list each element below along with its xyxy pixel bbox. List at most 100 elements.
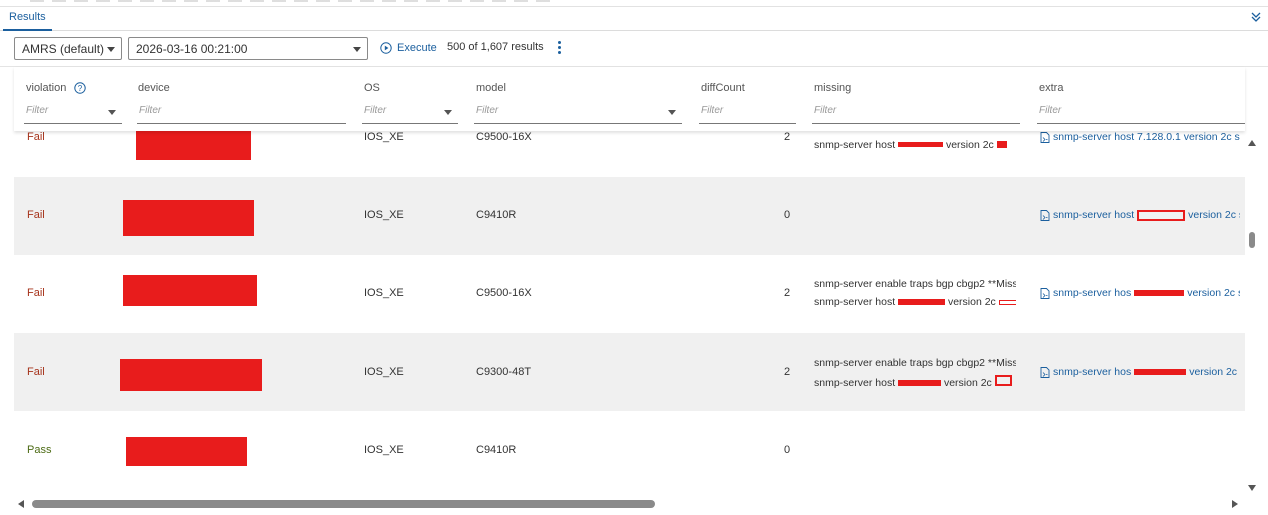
extra-filter[interactable]: Filter — [1037, 103, 1245, 124]
filter-placeholder: Filter — [364, 105, 387, 116]
execute-label: Execute — [397, 42, 437, 54]
missing-filter[interactable]: Filter — [812, 103, 1020, 124]
table-row[interactable]: Pass IOS_XE C9410R 0 — [14, 411, 1245, 489]
scroll-up-icon[interactable] — [1248, 140, 1256, 146]
diffcount-cell: 0 — [784, 209, 791, 221]
tab-results[interactable]: Results — [3, 7, 52, 31]
chevron-double-down-icon[interactable] — [1250, 11, 1262, 23]
vertical-scrollbar[interactable] — [1245, 131, 1259, 495]
table-row[interactable]: Fail IOS_XE C9500-16X 2 snmp-server host… — [14, 131, 1245, 177]
caret-down-icon — [108, 110, 116, 115]
document-icon — [1040, 131, 1050, 143]
scroll-down-icon[interactable] — [1248, 485, 1256, 491]
horizontal-scroll-thumb[interactable] — [32, 500, 655, 508]
table-row[interactable]: Fail IOS_XE C9500-16X 2 snmp-server enab… — [14, 255, 1245, 333]
violation-cell: Pass — [27, 444, 52, 456]
column-device: device Filter — [126, 67, 350, 131]
model-filter[interactable]: Filter — [474, 103, 682, 124]
document-icon — [1040, 287, 1050, 299]
model-cell: C9500-16X — [476, 131, 532, 143]
missing-cell-line-2: snmp-server host version 2c — [814, 296, 1016, 308]
os-cell: IOS_XE — [364, 444, 404, 456]
result-count: 500 of 1,607 results — [447, 41, 544, 53]
column-missing: missing Filter — [800, 67, 1025, 131]
column-title-extra[interactable]: extra — [1039, 82, 1063, 94]
results-tabbar: Results — [0, 7, 1268, 31]
snapshot-date-value: 2026-03-16 00:21:00 — [136, 42, 248, 56]
diffcount-cell: 2 — [784, 366, 791, 378]
device-cell-redacted — [120, 359, 262, 391]
column-title-model[interactable]: model — [476, 82, 506, 94]
missing-cell-line-1: snmp-server enable traps bgp cbgp2 **Mis… — [814, 357, 1016, 369]
model-cell: C9300-48T — [476, 366, 532, 378]
grid-body: Fail IOS_XE C9500-16X 2 snmp-server host… — [14, 131, 1245, 492]
filter-placeholder: Filter — [139, 105, 162, 116]
scroll-left-icon[interactable] — [18, 500, 24, 508]
os-cell: IOS_XE — [364, 287, 404, 299]
violation-cell: Fail — [27, 366, 45, 378]
filter-placeholder: Filter — [701, 105, 724, 116]
extra-cell-link[interactable]: snmp-server host 7.128.0.1 version 2c s — [1040, 131, 1240, 143]
diffcount-cell: 0 — [784, 444, 791, 456]
extra-cell-link[interactable]: snmp-server hos version 2c s — [1040, 366, 1240, 378]
caret-down-icon — [107, 47, 115, 52]
scroll-right-icon[interactable] — [1232, 500, 1238, 508]
device-filter[interactable]: Filter — [137, 103, 346, 124]
column-diffcount: diffCount Filter — [687, 67, 800, 131]
column-title-diffcount[interactable]: diffCount — [701, 82, 745, 94]
diffcount-filter[interactable]: Filter — [699, 103, 796, 124]
results-toolbar: AMRS (default) 2026-03-16 00:21:00 Execu… — [0, 31, 1268, 67]
question-circle-icon[interactable]: ? — [74, 82, 87, 94]
missing-cell-line-2: snmp-server host version 2c — [814, 375, 1016, 389]
os-cell: IOS_XE — [364, 131, 404, 143]
model-cell: C9410R — [476, 209, 517, 221]
extra-cell-link[interactable]: snmp-server host version 2c s — [1040, 209, 1240, 221]
os-cell: IOS_XE — [364, 209, 404, 221]
profile-select[interactable]: AMRS (default) — [14, 37, 122, 60]
extra-cell-link[interactable]: snmp-server hos version 2c s — [1040, 287, 1240, 299]
svg-text:?: ? — [78, 84, 83, 93]
filter-placeholder: Filter — [814, 105, 837, 116]
column-model: model Filter — [462, 67, 687, 131]
filter-placeholder: Filter — [1039, 105, 1062, 116]
device-cell-redacted — [126, 437, 247, 466]
column-title-os[interactable]: OS — [364, 82, 380, 94]
violation-cell: Fail — [27, 287, 45, 299]
diffcount-cell: 2 — [784, 131, 791, 143]
missing-cell-line-1: snmp-server enable traps bgp cbgp2 **Mis… — [814, 278, 1016, 290]
filter-placeholder: Filter — [26, 105, 49, 116]
model-cell: C9500-16X — [476, 287, 532, 299]
os-cell: IOS_XE — [364, 366, 404, 378]
horizontal-scrollbar[interactable] — [14, 497, 1245, 511]
vertical-scroll-thumb[interactable] — [1249, 232, 1255, 248]
caret-down-icon — [668, 110, 676, 115]
column-title-violation[interactable]: violation — [26, 82, 66, 94]
violation-cell: Fail — [27, 209, 45, 221]
column-violation: violation ? Filter — [14, 67, 126, 131]
snapshot-date-select[interactable]: 2026-03-16 00:21:00 — [128, 37, 368, 60]
filter-placeholder: Filter — [476, 105, 499, 116]
document-icon — [1040, 366, 1050, 378]
caret-down-icon — [353, 47, 361, 52]
device-cell-redacted — [123, 200, 254, 236]
device-cell-redacted — [123, 275, 257, 306]
column-title-device[interactable]: device — [138, 82, 170, 94]
missing-cell: snmp-server host version 2c — [814, 139, 1016, 151]
violation-filter[interactable]: Filter — [24, 103, 122, 124]
execute-button[interactable]: Execute — [380, 40, 437, 56]
table-row[interactable]: Fail IOS_XE C9410R 0 snmp-server host ve… — [14, 177, 1245, 255]
caret-down-icon — [444, 110, 452, 115]
document-icon — [1040, 209, 1050, 221]
violation-cell: Fail — [27, 131, 45, 143]
os-filter[interactable]: Filter — [362, 103, 458, 124]
column-title-missing[interactable]: missing — [814, 82, 851, 94]
play-circle-icon — [380, 42, 392, 54]
kebab-menu-icon[interactable] — [556, 40, 562, 56]
grid-header: violation ? Filter device Filter OS Filt… — [14, 67, 1245, 131]
column-extra: extra Filter — [1025, 67, 1245, 131]
column-os: OS Filter — [350, 67, 462, 131]
profile-select-value: AMRS (default) — [22, 42, 105, 56]
device-cell-redacted — [136, 131, 251, 160]
table-row[interactable]: Fail IOS_XE C9300-48T 2 snmp-server enab… — [14, 333, 1245, 411]
editor-strip — [0, 0, 1268, 7]
